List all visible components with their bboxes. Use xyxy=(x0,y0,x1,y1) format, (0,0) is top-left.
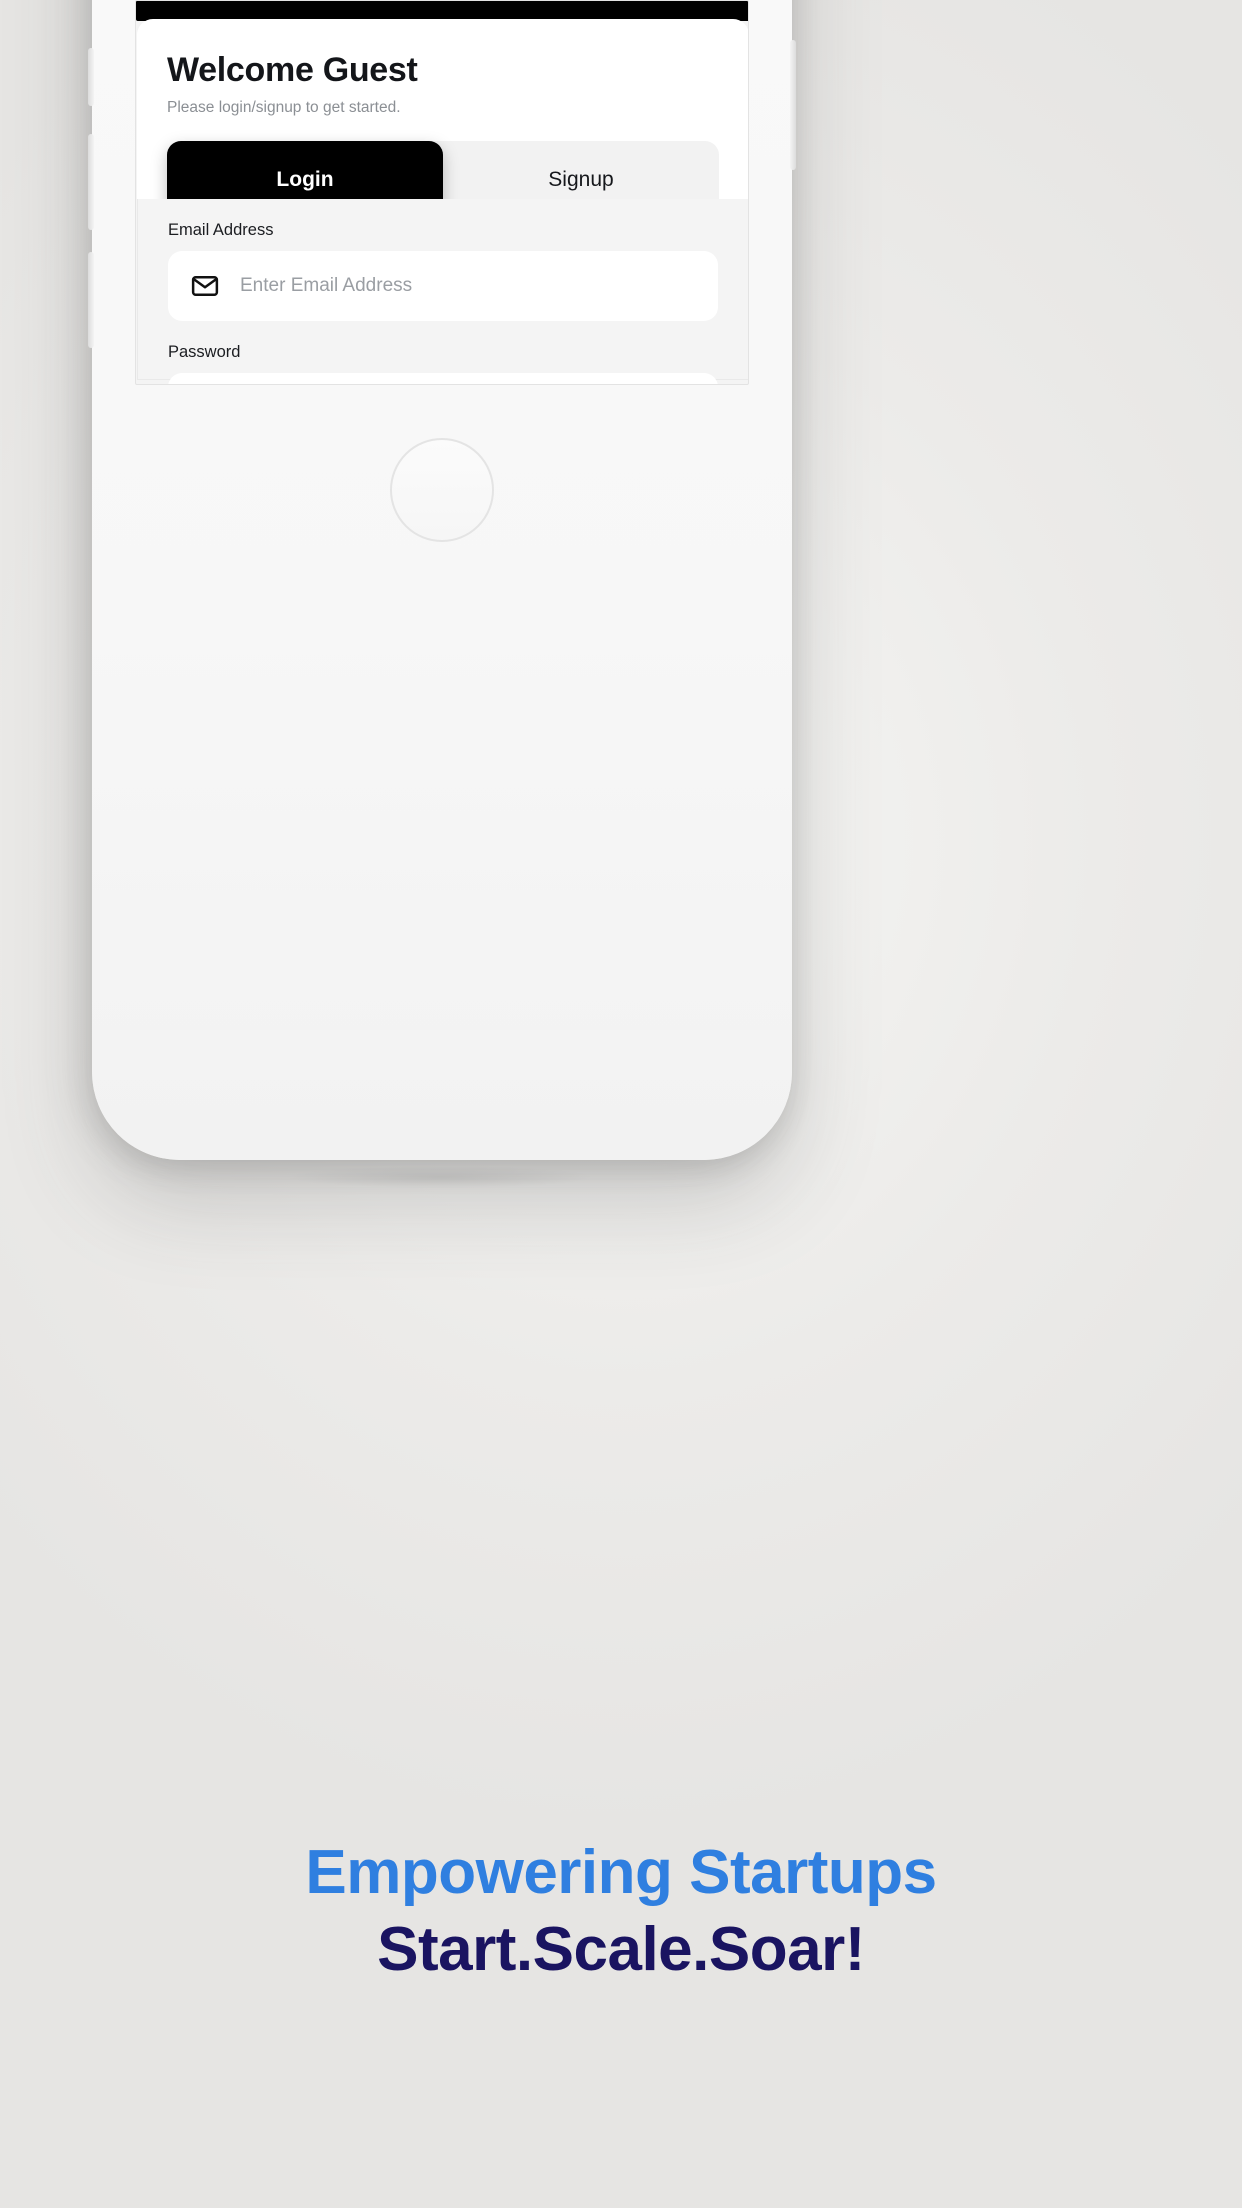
phone-device-mockup: Odishan Bellina Road, Odishan Bellina Ro… xyxy=(88,0,796,1160)
page-title: Welcome Guest xyxy=(167,51,418,89)
email-input-placeholder[interactable]: Enter Email Address xyxy=(240,275,696,297)
page-subtitle: Please login/signup to get started. xyxy=(167,99,401,116)
phone-screen: Odishan Bellina Road, Odishan Bellina Ro… xyxy=(135,0,749,385)
home-button[interactable] xyxy=(390,438,494,542)
device-button-volume-down xyxy=(88,252,94,348)
tagline-line-2: Start.Scale.Soar! xyxy=(377,1915,865,1985)
email-field-label: Email Address xyxy=(168,221,274,239)
device-button-power xyxy=(790,40,796,170)
password-field-label: Password xyxy=(168,343,241,361)
envelope-icon xyxy=(190,271,220,301)
device-shadow xyxy=(290,1166,590,1188)
app-header-bar: Odishan Bellina Road, Odishan Bellina Ro… xyxy=(136,1,748,21)
device-button-volume-up xyxy=(88,134,94,230)
password-field[interactable]: ******** xyxy=(168,373,718,384)
device-button-silent xyxy=(88,48,94,106)
email-field[interactable]: Enter Email Address xyxy=(168,251,718,321)
tagline-line-1: Empowering Startups xyxy=(305,1838,937,1907)
login-form: Email Address Enter Email Address Passwo… xyxy=(137,199,748,384)
marketing-tagline: Empowering Startups Start.Scale.Soar! xyxy=(0,1838,1242,1988)
